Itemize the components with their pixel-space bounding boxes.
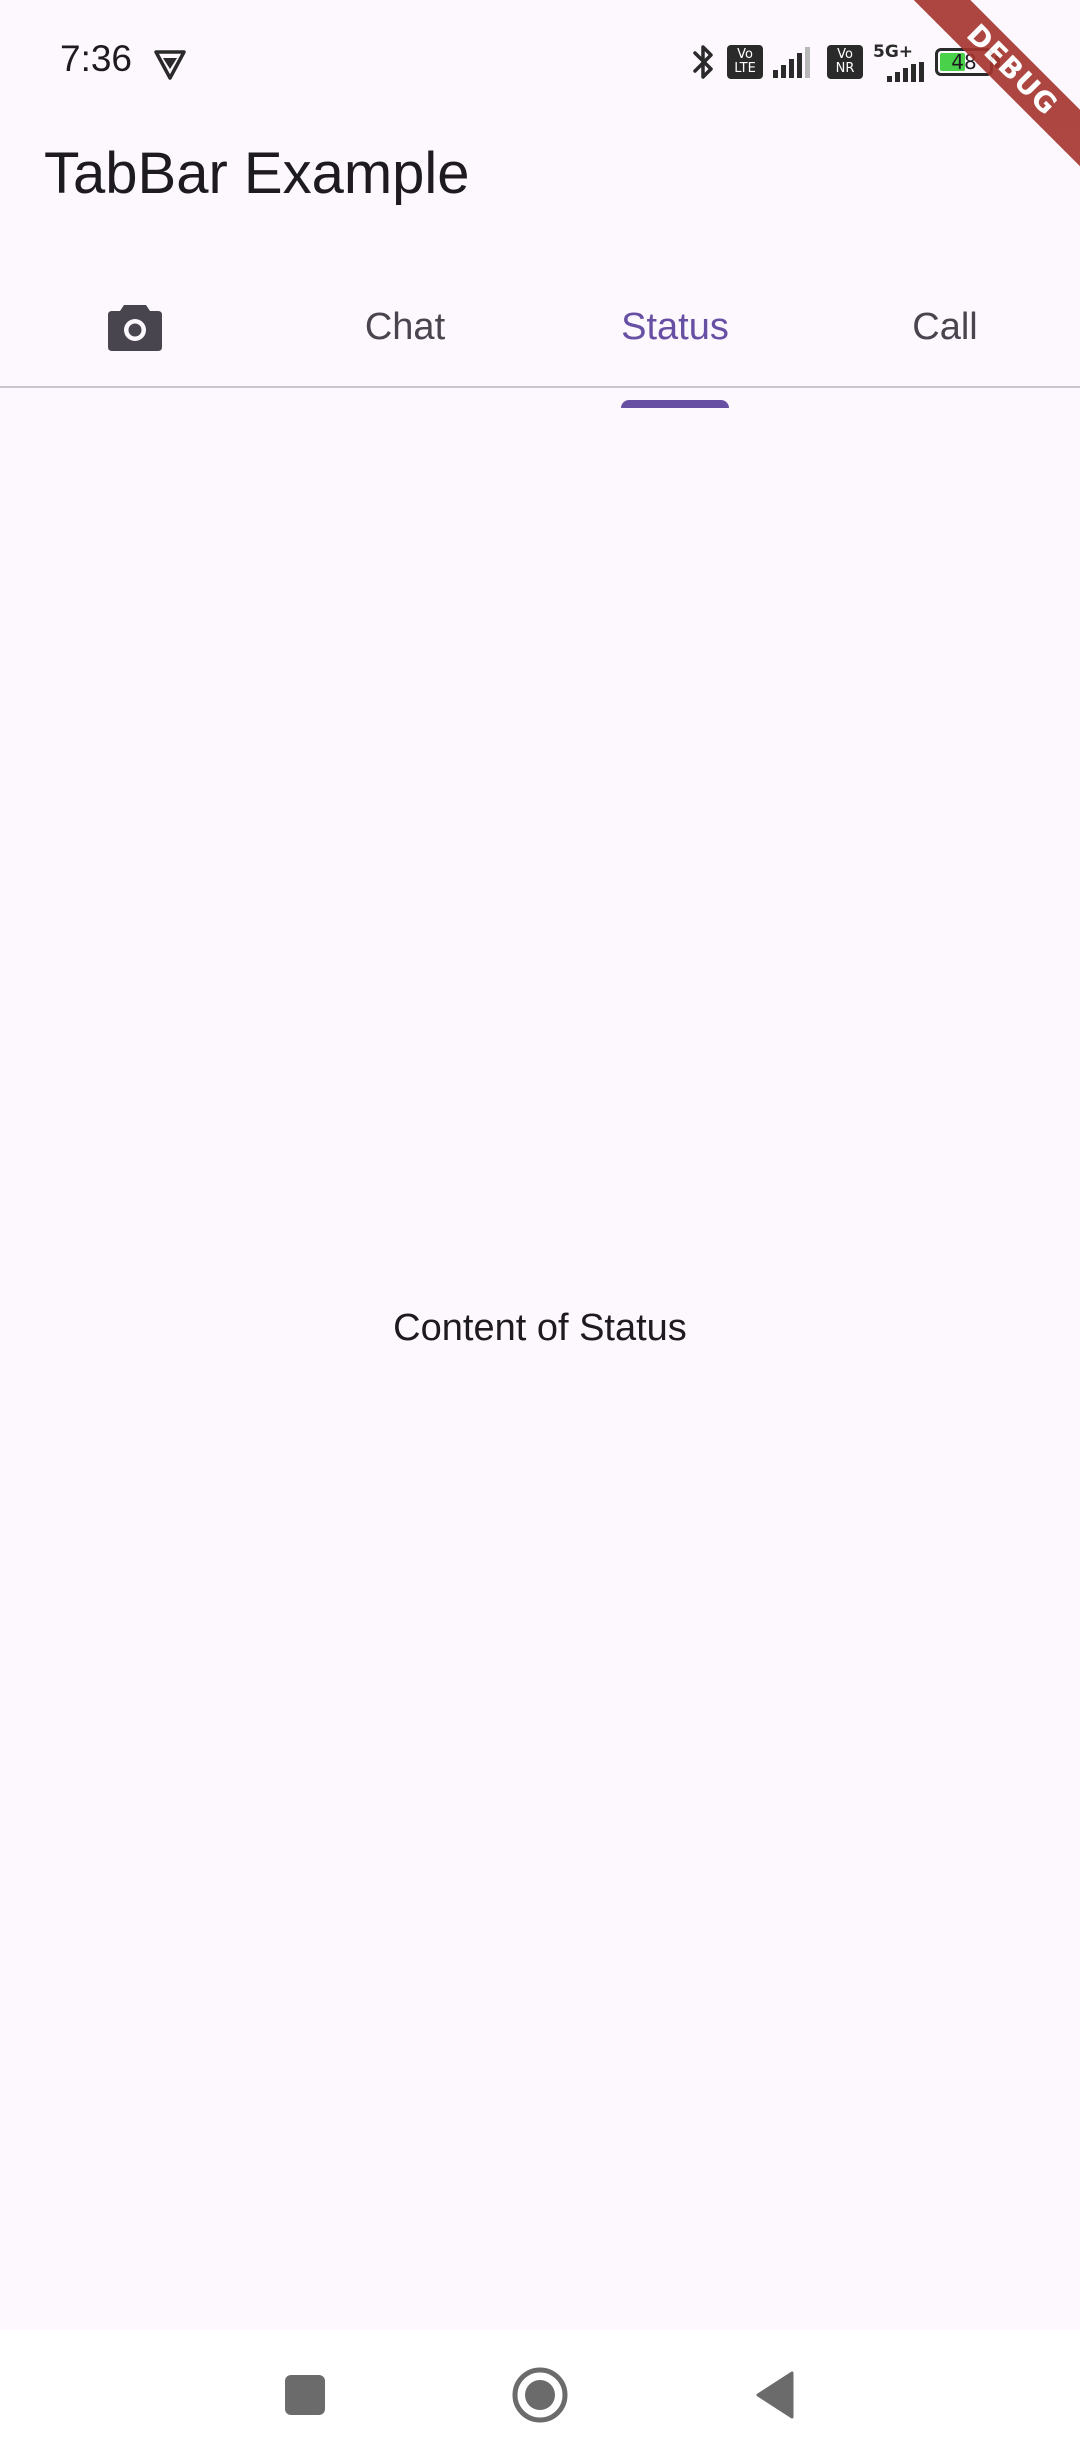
vonr-icon: Vo NR <box>827 45 863 79</box>
tab-content: Content of Status <box>0 388 1080 2328</box>
volte-icon: Vo LTE <box>727 45 763 79</box>
home-icon <box>512 2367 568 2423</box>
tab-chat[interactable]: Chat <box>270 268 540 386</box>
tab-label-status: Status <box>621 305 729 348</box>
camera-icon <box>108 305 162 351</box>
home-button[interactable] <box>510 2365 570 2425</box>
signal-icon <box>773 47 810 78</box>
recents-button[interactable] <box>275 2365 335 2425</box>
back-icon <box>756 2371 794 2419</box>
tab-label-call: Call <box>912 305 978 348</box>
tab-label-wrap-status: Status <box>621 305 729 408</box>
tab-call[interactable]: Call <box>810 268 1080 386</box>
tab-status[interactable]: Status <box>540 268 810 408</box>
tab-camera[interactable] <box>0 268 270 386</box>
app-bar-title: TabBar Example <box>44 141 470 206</box>
back-button[interactable] <box>745 2365 805 2425</box>
navigation-bar <box>0 2330 1080 2460</box>
content-text: Content of Status <box>393 1306 687 1349</box>
tab-label-chat: Chat <box>364 305 446 348</box>
tab-bar: Chat Status Call <box>0 268 1080 408</box>
debug-banner-label: DEBUG <box>905 0 1080 177</box>
status-time: 7:36 <box>60 38 133 79</box>
bluetooth-icon <box>693 45 713 79</box>
vpn-icon <box>154 50 186 80</box>
debug-banner: DEBUG <box>900 0 1080 180</box>
recents-icon <box>285 2375 325 2415</box>
